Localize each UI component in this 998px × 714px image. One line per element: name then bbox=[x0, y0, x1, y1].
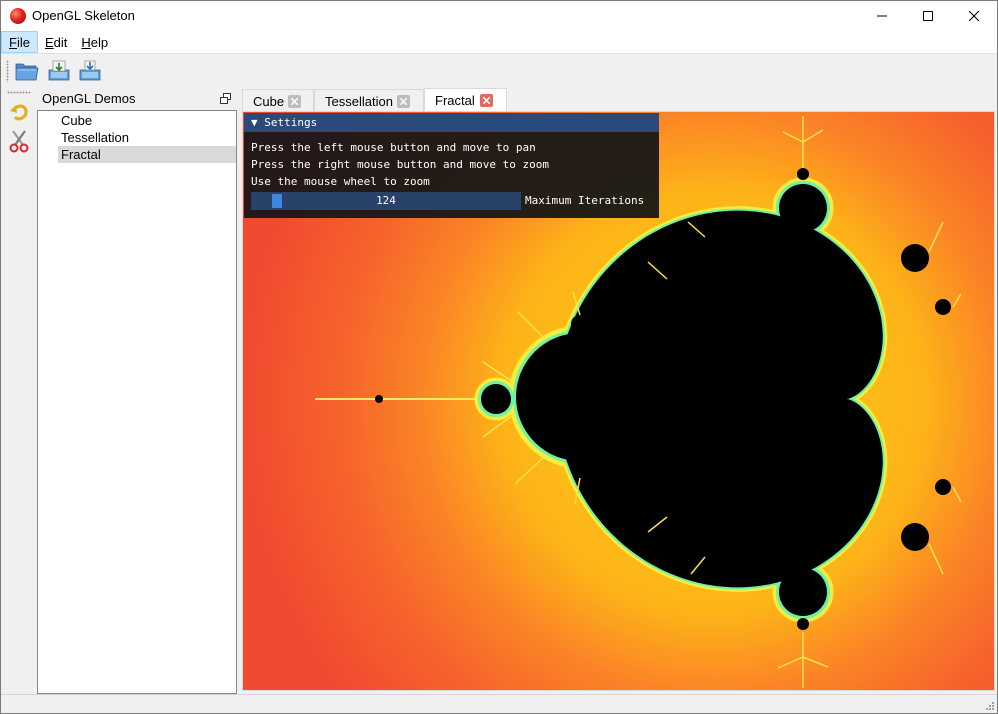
main-toolbar bbox=[1, 53, 997, 87]
save-icon bbox=[48, 60, 70, 81]
tab-tessellation-label: Tessellation bbox=[325, 93, 393, 109]
tab-fractal-label: Fractal bbox=[435, 93, 475, 108]
save-button[interactable] bbox=[46, 58, 72, 84]
open-button[interactable] bbox=[14, 58, 40, 84]
tab-cube-close-button[interactable] bbox=[288, 95, 301, 108]
menu-help-mnemonic: H bbox=[81, 34, 91, 50]
tab-fractal[interactable]: Fractal bbox=[424, 88, 507, 112]
red-sphere-icon bbox=[10, 8, 26, 24]
save-as-button[interactable] bbox=[77, 58, 103, 84]
menu-help-label: elp bbox=[90, 34, 109, 50]
collapse-triangle-icon[interactable]: ▼ bbox=[251, 116, 264, 129]
settings-panel[interactable]: ▼ Settings Press the left mouse button a… bbox=[244, 113, 659, 218]
settings-title-bar[interactable]: ▼ Settings bbox=[244, 113, 659, 132]
size-grip-icon[interactable] bbox=[983, 699, 995, 711]
tab-cube-label: Cube bbox=[253, 93, 285, 109]
tab-cube[interactable]: Cube bbox=[242, 89, 314, 112]
settings-help-wheel: Use the mouse wheel to zoom bbox=[251, 175, 430, 188]
maximize-icon bbox=[923, 11, 933, 21]
close-icon bbox=[400, 98, 407, 105]
list-item-fractal[interactable]: Fractal bbox=[58, 146, 236, 163]
menu-file-mnemonic: F bbox=[9, 34, 17, 50]
settings-title: Settings bbox=[264, 116, 318, 129]
title-bar[interactable]: OpenGL Skeleton bbox=[1, 1, 997, 31]
slider-label: Maximum Iterations bbox=[525, 194, 645, 207]
minimize-button[interactable] bbox=[859, 1, 905, 31]
menu-file-label: ile bbox=[16, 34, 30, 50]
list-item-cube[interactable]: Cube bbox=[58, 112, 236, 129]
menu-bar: File Edit Help bbox=[1, 31, 997, 53]
tab-fractal-close-button[interactable] bbox=[480, 94, 493, 107]
close-icon bbox=[969, 11, 979, 21]
max-iterations-slider[interactable]: 124 bbox=[251, 192, 521, 210]
menu-edit-label: dit bbox=[53, 34, 68, 50]
maximize-button[interactable] bbox=[905, 1, 951, 31]
tab-tessellation-close-button[interactable] bbox=[397, 95, 410, 108]
dock-title: OpenGL Demos bbox=[42, 91, 136, 106]
list-item-tessellation[interactable]: Tessellation bbox=[58, 129, 236, 146]
tab-tessellation[interactable]: Tessellation bbox=[314, 89, 424, 112]
cut-icon bbox=[9, 130, 29, 153]
close-icon bbox=[483, 97, 490, 104]
open-folder-icon bbox=[15, 63, 39, 81]
demos-list: Cube Tessellation Fractal bbox=[37, 110, 237, 694]
main-window: OpenGL Skeleton File Edit Help OpenGL De… bbox=[0, 0, 998, 714]
slider-value: 124 bbox=[376, 194, 396, 207]
save-as-icon bbox=[79, 60, 101, 81]
menu-edit-mnemonic: E bbox=[44, 34, 54, 50]
menu-file[interactable]: File bbox=[1, 31, 38, 53]
close-icon bbox=[291, 98, 298, 105]
toolbar-grip[interactable] bbox=[6, 60, 9, 82]
close-button[interactable] bbox=[951, 1, 997, 31]
undo-button[interactable] bbox=[6, 99, 32, 125]
opengl-demos-dock: OpenGL Demos Cube Tessellation Fractal bbox=[37, 89, 237, 694]
settings-help-pan: Press the left mouse button and move to … bbox=[251, 141, 536, 154]
undo-icon bbox=[10, 104, 28, 121]
opengl-viewport[interactable]: ▼ Settings Press the left mouse button a… bbox=[242, 111, 995, 691]
window-title: OpenGL Skeleton bbox=[32, 8, 135, 23]
float-window-icon[interactable] bbox=[220, 93, 231, 104]
tab-bar: Cube Tessellation Fractal bbox=[242, 88, 997, 112]
settings-help-zoom: Press the right mouse button and move to… bbox=[251, 158, 550, 171]
cut-button[interactable] bbox=[6, 129, 32, 155]
side-toolbar bbox=[1, 87, 37, 693]
side-toolbar-grip[interactable] bbox=[7, 91, 31, 94]
status-bar bbox=[1, 694, 997, 713]
menu-help[interactable]: Help bbox=[74, 31, 115, 53]
menu-edit[interactable]: Edit bbox=[38, 31, 74, 53]
minimize-icon bbox=[877, 15, 887, 17]
